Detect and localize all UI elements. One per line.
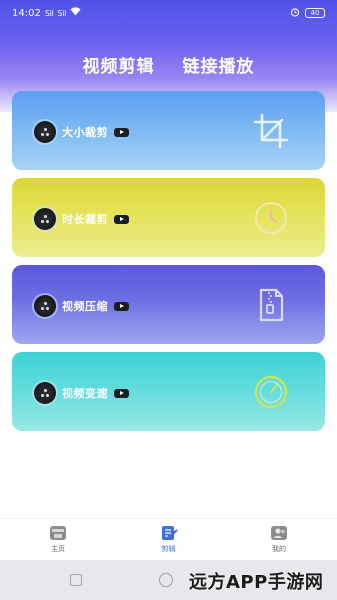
speedometer-icon	[254, 375, 288, 409]
card-title: 时长裁剪	[62, 213, 108, 226]
card-title: 视频变速	[62, 387, 108, 400]
play-arrow-icon	[114, 214, 129, 224]
nav-edit[interactable]: 剪辑	[149, 519, 189, 560]
card-video-speed[interactable]: 视频变速	[12, 352, 325, 431]
home-circle-icon[interactable]	[159, 573, 173, 587]
status-time: 14:02	[12, 7, 41, 19]
edit-doc-icon	[160, 525, 178, 541]
recent-apps-icon[interactable]	[70, 574, 82, 586]
battery-indicator: 40	[305, 8, 325, 18]
bottom-nav: 主页 剪辑 我的	[0, 518, 337, 560]
disc-icon	[34, 382, 56, 404]
signal-2-text: Sil	[57, 8, 67, 18]
card-title: 视频压缩	[62, 300, 108, 313]
tab-link-play[interactable]: 链接播放	[183, 52, 255, 77]
alarm-icon	[290, 7, 300, 20]
user-icon	[270, 525, 288, 541]
card-size-crop[interactable]: 大小裁剪	[12, 91, 325, 170]
tab-video-edit[interactable]: 视频剪辑	[83, 52, 155, 77]
clock-icon	[255, 202, 287, 234]
zip-file-icon	[259, 288, 284, 322]
home-store-icon	[49, 525, 67, 541]
signal-1-text: Sil	[44, 8, 54, 18]
card-duration-crop[interactable]: 时长裁剪	[12, 178, 325, 257]
status-bar: 14:02 Sil Sil 40	[0, 0, 337, 26]
card-title: 大小裁剪	[62, 126, 108, 139]
crop-icon	[253, 113, 289, 149]
nav-mine-label: 我的	[272, 545, 286, 553]
nav-home[interactable]: 主页	[38, 519, 78, 560]
wifi-icon	[70, 7, 81, 19]
nav-edit-label: 剪辑	[161, 545, 176, 553]
play-arrow-icon	[114, 127, 129, 137]
nav-home-label: 主页	[51, 545, 65, 553]
top-tabs: 视频剪辑 链接播放	[0, 52, 337, 77]
disc-icon	[34, 295, 56, 317]
play-arrow-icon	[114, 301, 129, 311]
card-video-compress[interactable]: 视频压缩	[12, 265, 325, 344]
disc-icon	[34, 208, 56, 230]
watermark: 远方APP手游网	[189, 572, 324, 593]
nav-mine[interactable]: 我的	[259, 519, 299, 560]
disc-icon	[34, 121, 56, 143]
play-arrow-icon	[114, 388, 129, 398]
